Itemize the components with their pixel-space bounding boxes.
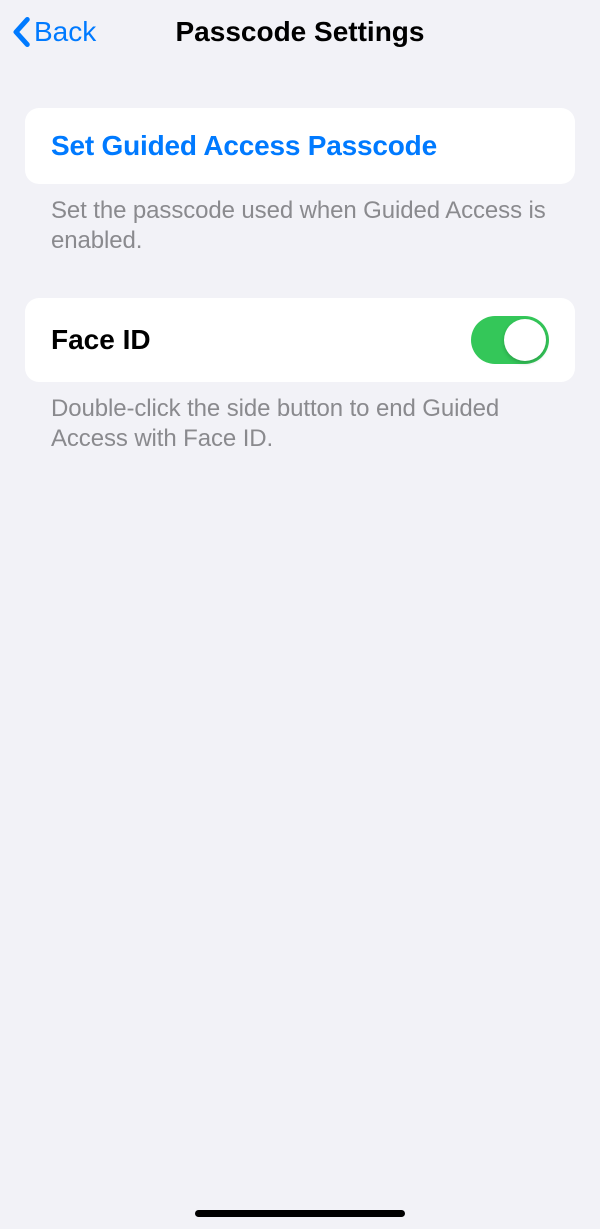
content-area: Set Guided Access Passcode Set the passc… <box>0 60 600 454</box>
face-id-footer: Double-click the side button to end Guid… <box>25 382 575 454</box>
toggle-knob <box>504 319 546 361</box>
set-passcode-group: Set Guided Access Passcode <box>25 108 575 184</box>
chevron-left-icon <box>10 17 32 47</box>
set-passcode-label: Set Guided Access Passcode <box>51 130 437 162</box>
back-button[interactable]: Back <box>0 16 96 48</box>
set-passcode-row[interactable]: Set Guided Access Passcode <box>25 108 575 184</box>
navigation-bar: Back Passcode Settings <box>0 0 600 60</box>
home-indicator[interactable] <box>195 1210 405 1217</box>
back-label: Back <box>34 16 96 48</box>
set-passcode-footer: Set the passcode used when Guided Access… <box>25 184 575 256</box>
face-id-row: Face ID <box>25 298 575 382</box>
face-id-group: Face ID <box>25 298 575 382</box>
face-id-toggle[interactable] <box>471 316 549 364</box>
face-id-label: Face ID <box>51 324 151 356</box>
